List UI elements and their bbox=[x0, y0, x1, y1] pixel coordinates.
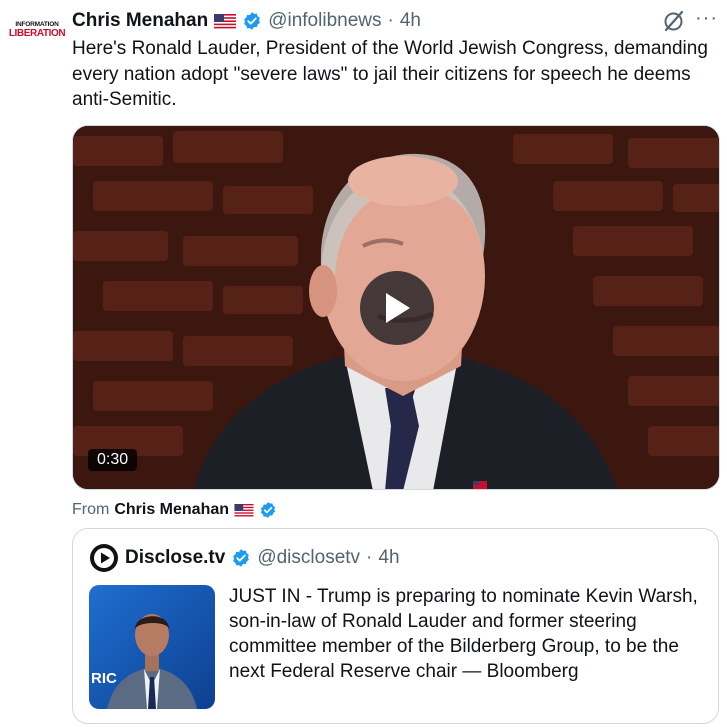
verified-badge-icon bbox=[260, 502, 276, 518]
post-time[interactable]: 4h bbox=[400, 10, 421, 32]
quoted-author-name[interactable]: Disclose.tv bbox=[125, 547, 225, 569]
verified-badge-icon bbox=[244, 12, 261, 30]
media-attribution: From Chris Menahan bbox=[72, 499, 277, 521]
video-player[interactable]: 0:30 bbox=[72, 125, 720, 490]
author-name[interactable]: Chris Menahan bbox=[72, 10, 208, 32]
post-text: Here's Ronald Lauder, President of the W… bbox=[72, 38, 708, 110]
separator-dot: · bbox=[387, 10, 394, 31]
author-avatar[interactable]: INFORMATION LIBERATION bbox=[9, 21, 66, 44]
flag-us-icon bbox=[214, 13, 237, 29]
author-handle[interactable]: @infolibnews bbox=[268, 10, 381, 32]
disclose-logo-icon[interactable] bbox=[89, 543, 119, 573]
post-header: Chris Menahan @infolibnews · 4h bbox=[72, 8, 421, 34]
flag-us-icon bbox=[234, 503, 254, 517]
quoted-post-time[interactable]: 4h bbox=[378, 547, 399, 569]
attribution-prefix: From bbox=[72, 501, 110, 518]
avatar-logo-line2: LIBERATION bbox=[8, 27, 66, 39]
verified-badge-icon bbox=[233, 549, 250, 567]
quoted-post-header: Disclose.tv @disclosetv · 4h bbox=[89, 543, 400, 573]
quoted-post-text: JUST IN - Trump is preparing to nominate… bbox=[229, 586, 698, 682]
quoted-post-thumbnail[interactable]: RIC bbox=[89, 585, 215, 709]
attribution-name[interactable]: Chris Menahan bbox=[114, 501, 229, 519]
video-duration-badge: 0:30 bbox=[88, 449, 138, 471]
thumbnail-caption: RIC bbox=[91, 670, 117, 687]
play-icon[interactable] bbox=[360, 271, 434, 345]
quoted-post-card[interactable]: Disclose.tv @disclosetv · 4h RIC JUST IN… bbox=[72, 528, 719, 724]
quoted-author-handle[interactable]: @disclosetv bbox=[257, 547, 360, 569]
separator-dot: · bbox=[366, 547, 373, 568]
more-icon[interactable]: ··· bbox=[695, 8, 721, 32]
grok-icon[interactable] bbox=[662, 9, 686, 33]
